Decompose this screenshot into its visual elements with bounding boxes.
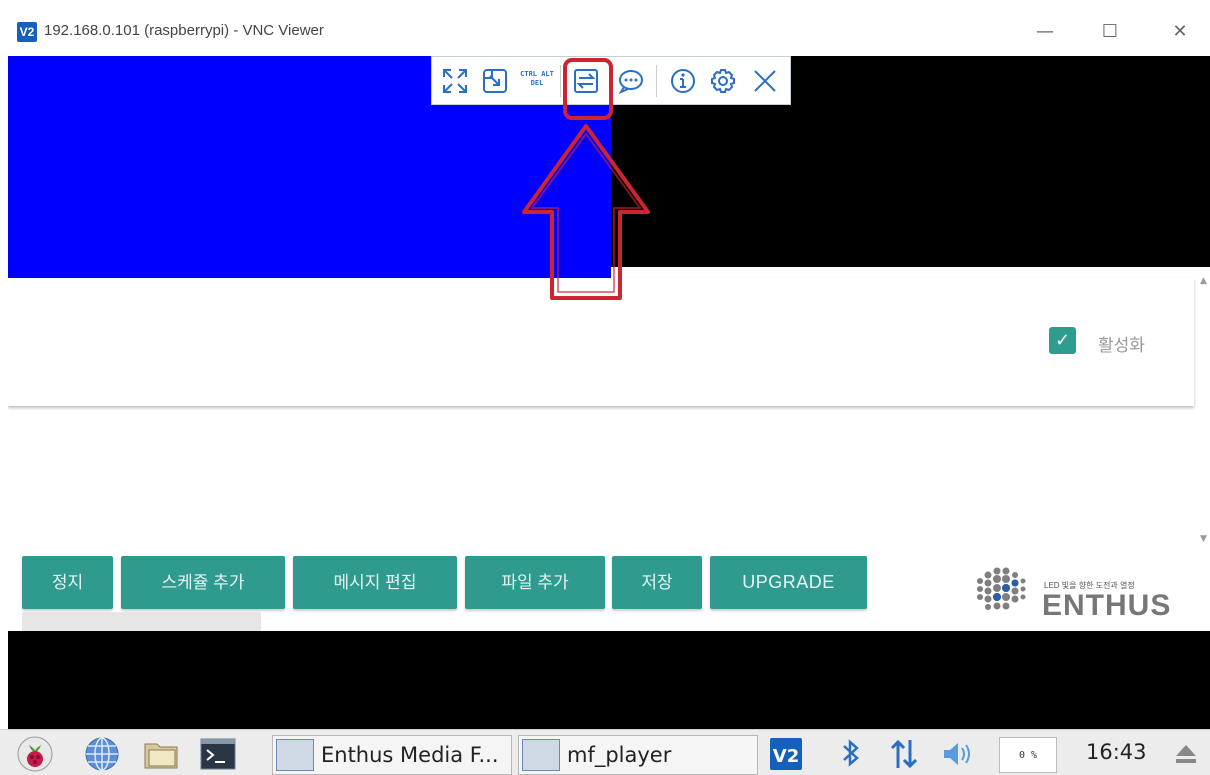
close-toolbar-icon[interactable] [748,64,782,98]
add-schedule-button[interactable]: 스케쥴 추가 [121,556,285,609]
fullscreen-icon[interactable] [438,64,472,98]
web-browser-icon[interactable] [84,736,120,772]
cutoff-element [22,612,261,632]
maximize-button[interactable]: ☐ [1095,18,1125,46]
info-icon[interactable] [666,64,700,98]
enthus-logo-icon [977,567,1026,610]
raspberry-menu-icon[interactable] [17,736,53,772]
upgrade-button[interactable]: UPGRADE [710,556,867,609]
volume-icon[interactable] [938,736,974,772]
task-mf-player[interactable]: mf_player [518,735,758,775]
taskbar: Enthus Media F... mf_player V2 0 % 16:43 [0,729,1210,775]
chat-icon[interactable] [614,64,648,98]
vnc-tray-icon[interactable]: V2 [768,736,804,772]
close-window-button[interactable]: ✕ [1165,18,1195,46]
enthus-name: ENTHUS [1042,589,1172,622]
save-button[interactable]: 저장 [612,556,702,609]
scroll-up-arrow-icon[interactable]: ▲ [1200,276,1207,286]
vnc-viewer-logo-icon: V2 [17,22,37,42]
title-bar: V2 192.168.0.101 (raspberrypi) - VNC Vie… [0,0,1210,56]
network-icon[interactable] [886,736,922,772]
toolbar-separator [560,65,561,97]
activate-label: 활성화 [1098,336,1145,355]
scroll-down-arrow-icon[interactable]: ▼ [1200,534,1207,544]
toolbar-separator [656,65,657,97]
window-icon [522,739,560,771]
edit-message-button[interactable]: 메시지 편집 [293,556,457,609]
file-manager-icon[interactable] [143,736,179,772]
ctrl-alt-del-icon[interactable]: CTRL ALT DEL [520,64,554,98]
task-enthus-media[interactable]: Enthus Media F... [272,735,512,775]
black-region-bottom [8,631,1210,729]
svg-text:V2: V2 [773,746,799,767]
highlight-box [563,58,613,120]
task-label: Enthus Media F... [321,743,499,767]
annotation-arrow-icon [522,124,650,300]
minimize-button[interactable]: — [1030,18,1060,46]
window-icon [276,739,314,771]
add-file-button[interactable]: 파일 추가 [465,556,605,609]
scale-icon[interactable] [478,64,512,98]
terminal-icon[interactable] [200,736,236,772]
clock[interactable]: 16:43 [1086,740,1147,764]
stop-button[interactable]: 정지 [22,556,113,609]
activate-checkbox[interactable]: ✓ [1049,327,1076,354]
cpu-usage-monitor[interactable]: 0 % [999,737,1057,773]
bluetooth-icon[interactable] [832,736,868,772]
window-title: 192.168.0.101 (raspberrypi) - VNC Viewer [44,22,324,39]
settings-icon[interactable] [706,64,740,98]
eject-icon[interactable] [1168,736,1204,772]
task-label: mf_player [567,743,672,767]
